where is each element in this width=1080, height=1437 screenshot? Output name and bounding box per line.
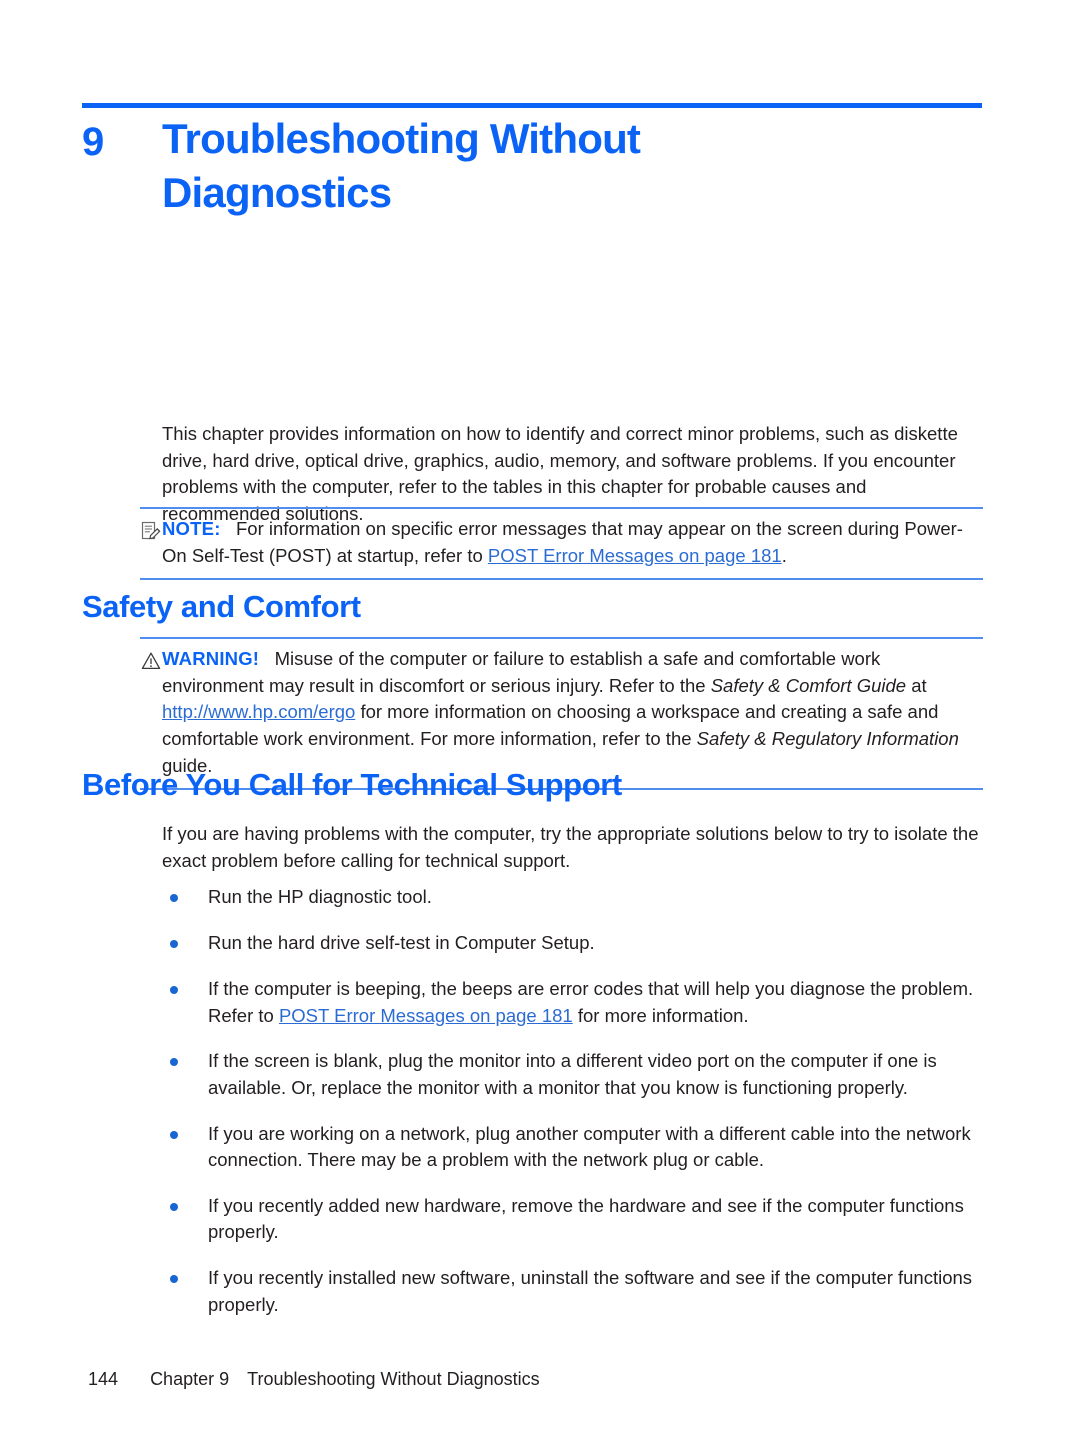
- bullet-dot-icon: [170, 1058, 178, 1067]
- section-heading-before-you-call: Before You Call for Technical Support: [82, 767, 622, 802]
- chapter-header-rule: [82, 103, 982, 108]
- bullet-dot-icon: [170, 894, 178, 902]
- bullet-dot-icon: [170, 940, 178, 948]
- list-item: If you are working on a network, plug an…: [162, 1121, 984, 1174]
- list-item: Run the hard drive self-test in Computer…: [162, 930, 984, 957]
- chapter-number: 9: [82, 120, 104, 164]
- safety-comfort-guide-title: Safety & Comfort Guide: [710, 674, 907, 696]
- chapter-title: Troubleshooting Without Diagnostics: [162, 115, 641, 216]
- troubleshooting-steps-list: Run the HP diagnostic tool. Run the hard…: [162, 884, 984, 1337]
- note-label: NOTE:: [162, 518, 221, 539]
- list-item-text: If you are working on a network, plug an…: [208, 1122, 971, 1171]
- list-item: If you recently added new hardware, remo…: [162, 1193, 984, 1246]
- post-error-messages-link[interactable]: POST Error Messages on page 181: [488, 545, 782, 566]
- section-heading-safety-and-comfort: Safety and Comfort: [82, 589, 361, 624]
- note-text: NOTE: For information on specific error …: [162, 516, 983, 569]
- list-item-text-after: for more information.: [572, 1004, 749, 1026]
- hp-ergo-url-link[interactable]: http://www.hp.com/ergo: [162, 701, 355, 722]
- list-item-text: Run the hard drive self-test in Computer…: [208, 932, 595, 953]
- bullet-dot-icon: [170, 986, 178, 994]
- footer-page-number: 144: [88, 1369, 119, 1389]
- post-error-messages-link[interactable]: POST Error Messages on page 181: [279, 1005, 573, 1026]
- list-item-text: If the screen is blank, plug the monitor…: [208, 1050, 937, 1098]
- warning-triangle-icon: [140, 650, 162, 672]
- bullet-dot-icon: [170, 1130, 178, 1139]
- document-page: 9 Troubleshooting Without Diagnostics Th…: [0, 0, 1080, 1437]
- note-admonition: NOTE: For information on specific error …: [140, 507, 983, 581]
- list-item: If you recently installed new software, …: [162, 1265, 984, 1318]
- note-pencil-icon: [140, 520, 162, 542]
- page-footer: 144 Chapter 9 Troubleshooting Without Diag…: [68, 1348, 540, 1411]
- list-item-text: If you recently installed new software, …: [208, 1267, 973, 1315]
- bullet-dot-icon: [170, 1275, 178, 1283]
- list-item: Run the HP diagnostic tool.: [162, 884, 984, 911]
- note-body-after: .: [781, 544, 787, 566]
- footer-chapter-title: Troubleshooting Without Diagnostics: [247, 1369, 540, 1389]
- list-item: If the computer is beeping, the beeps ar…: [162, 976, 984, 1029]
- list-item: If the screen is blank, plug the monitor…: [162, 1048, 984, 1101]
- warning-label: WARNING!: [162, 648, 260, 669]
- warning-text: WARNING! Misuse of the computer or failu…: [162, 646, 983, 779]
- warning-body-part2: at: [906, 674, 927, 696]
- bullet-dot-icon: [170, 1202, 178, 1211]
- list-item-text: If you recently added new hardware, remo…: [208, 1194, 964, 1243]
- chapter-header: 9 Troubleshooting Without Diagnostics: [82, 112, 982, 220]
- safety-regulatory-info-title: Safety & Regulatory Information: [696, 727, 959, 749]
- list-item-text: Run the HP diagnostic tool.: [208, 886, 432, 907]
- before-call-paragraph: If you are having problems with the comp…: [162, 823, 979, 871]
- footer-chapter-label: Chapter 9: [150, 1369, 230, 1389]
